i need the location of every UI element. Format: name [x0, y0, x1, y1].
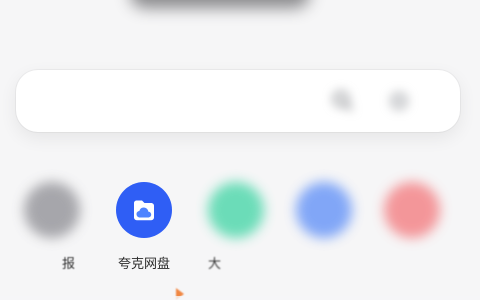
- camera-scan-icon[interactable]: [384, 86, 414, 116]
- app-label: [284, 256, 364, 274]
- search-icon[interactable]: [330, 88, 356, 114]
- app-label: 报: [62, 257, 76, 272]
- app-label: 大: [208, 257, 222, 272]
- app-label: 夸克网盘: [117, 257, 170, 272]
- red-app-icon: [384, 182, 440, 238]
- app-shortcut[interactable]: 大: [196, 182, 276, 278]
- bottom-fade: [0, 296, 480, 300]
- app-label: [372, 256, 452, 274]
- app-shortcut[interactable]: [284, 182, 364, 278]
- gray-app-icon: [24, 182, 80, 238]
- cloud-folder-icon: [116, 182, 172, 238]
- app-shortcut[interactable]: 报: [12, 182, 92, 278]
- search-input[interactable]: [40, 92, 280, 110]
- app-shortcut[interactable]: [372, 182, 452, 278]
- app-logo: [130, 0, 310, 8]
- app-shortcut-quark-drive[interactable]: 夸克网盘: [104, 182, 184, 278]
- green-app-icon: [208, 182, 264, 238]
- blue-app-icon: [296, 182, 352, 238]
- app-shortcuts-row: 报 夸克网盘 大: [0, 182, 480, 282]
